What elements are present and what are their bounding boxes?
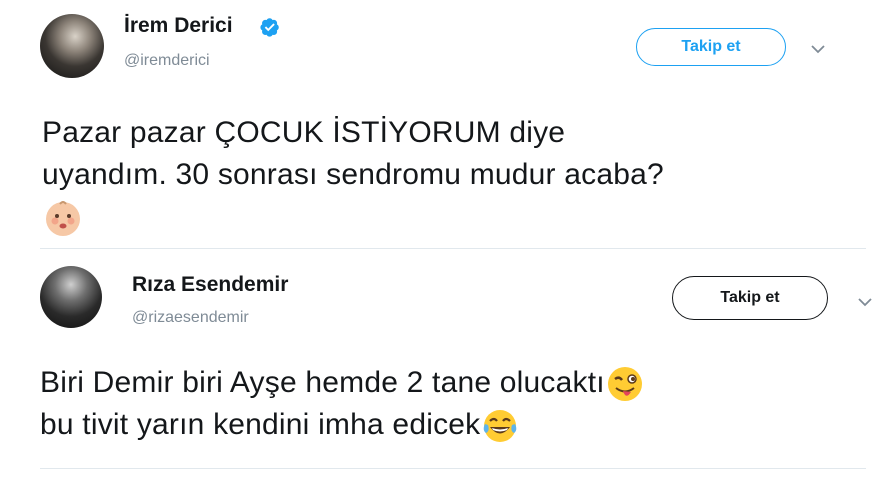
divider bbox=[40, 468, 866, 469]
author-name[interactable]: Rıza Esendemir bbox=[132, 273, 288, 297]
tweet-text-line: Biri Demir biri Ayşe hemde 2 tane olucak… bbox=[40, 362, 860, 404]
chevron-down-icon[interactable] bbox=[858, 297, 872, 307]
avatar[interactable] bbox=[40, 266, 102, 328]
author-handle[interactable]: @rizaesendemir bbox=[132, 309, 249, 327]
tweet-card: Rıza Esendemir @rizaesendemir Takip et B… bbox=[0, 0, 880, 487]
tears-of-joy-face-icon bbox=[484, 410, 517, 443]
tweet-text-segment: bu tivit yarın kendini imha edicek bbox=[40, 408, 481, 442]
winking-tongue-face-icon bbox=[607, 367, 642, 402]
tweet-text-segment: Biri Demir biri Ayşe hemde 2 tane olucak… bbox=[40, 366, 605, 399]
tweet-text: Biri Demir biri Ayşe hemde 2 tane olucak… bbox=[40, 362, 860, 446]
follow-button[interactable]: Takip et bbox=[672, 276, 828, 320]
tweet-text-line: bu tivit yarın kendini imha edicek bbox=[40, 404, 860, 446]
